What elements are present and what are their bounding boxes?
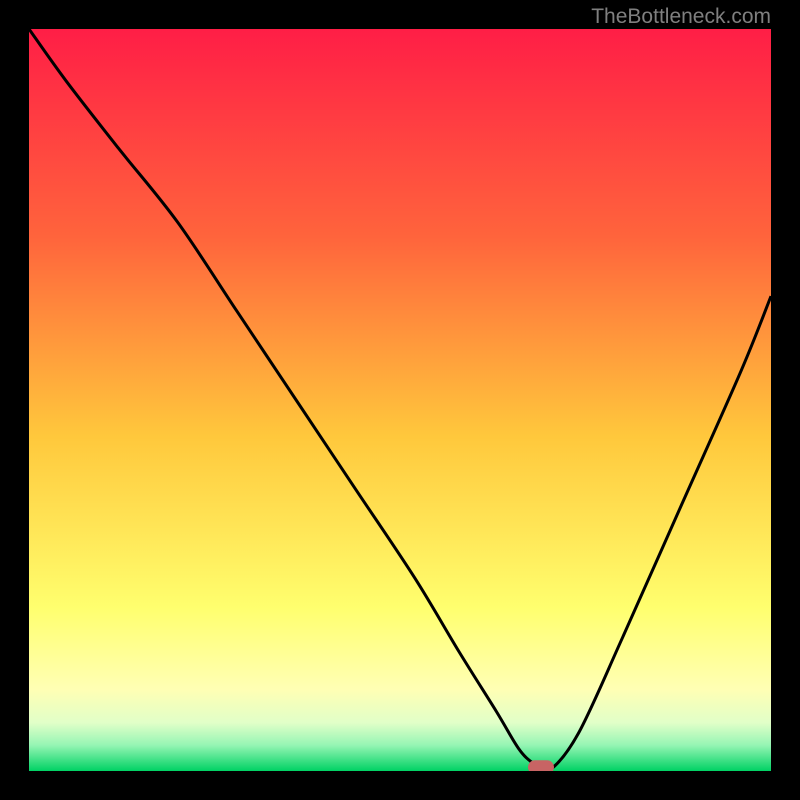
outer-black-frame: TheBottleneck.com <box>0 0 800 800</box>
chart-svg <box>29 29 771 771</box>
optimal-marker <box>528 760 554 771</box>
plot-area <box>29 29 771 771</box>
gradient-background <box>29 29 771 771</box>
watermark-text: TheBottleneck.com <box>591 5 771 29</box>
